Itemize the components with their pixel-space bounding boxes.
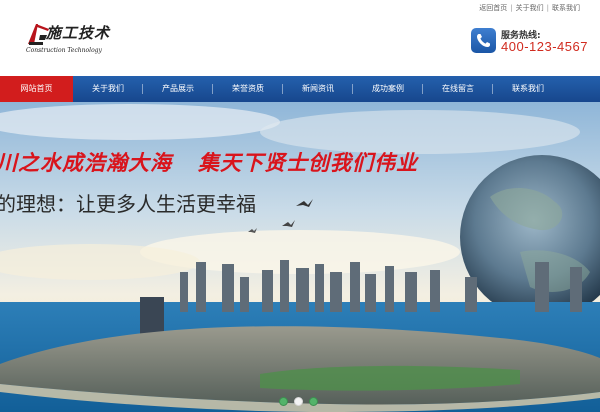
nav-item-label: 产品展示 [162,84,194,93]
main-nav: 网站首页 关于我们 产品展示 荣誉资质 新闻资讯 成功案例 在线留言 联系我们 [0,76,600,102]
toplink-home[interactable]: 返回首页 [479,4,507,12]
nav-item-label: 网站首页 [20,84,53,93]
logo-subtitle: Construction Technology [26,47,102,54]
nav-item-honors[interactable]: 荣誉资质 [213,76,283,102]
hero-banner[interactable]: 川之水成浩瀚大海 集天下贤士创我们伟业 的理想：让更多人生活更幸福 [0,102,600,412]
header: 返回首页 | 关于我们 | 联系我们 施工技术 Construction Technol… [0,0,600,75]
phone-icon [471,28,496,53]
slide-indicators [279,397,318,406]
logo[interactable]: 施工技术 Construction Technology [26,20,126,60]
hotline-number: 400-123-4567 [501,39,588,54]
banner-slogan-subline: 的理想：让更多人生活更幸福 [0,192,256,216]
toplink-contact[interactable]: 联系我们 [552,4,580,12]
slide-dot-2[interactable] [294,397,303,406]
toplink-about[interactable]: 关于我们 [516,4,544,12]
toplink-separator: | [546,4,549,12]
nav-item-label: 成功案例 [372,84,404,93]
nav-item-news[interactable]: 新闻资讯 [283,76,353,102]
nav-item-label: 新闻资讯 [302,84,334,93]
slogan-part1: 川之水成浩瀚大海 [0,150,172,175]
banner-slogan-headline: 川之水成浩瀚大海 集天下贤士创我们伟业 [0,147,418,177]
nav-item-message[interactable]: 在线留言 [423,76,493,102]
toplink-separator: | [510,4,513,12]
nav-item-contact[interactable]: 联系我们 [493,76,563,102]
nav-item-label: 在线留言 [442,84,474,93]
nav-item-label: 荣誉资质 [232,84,264,93]
logo-title: 施工技术 [46,24,111,42]
slogan-part2: 集天下贤士创我们伟业 [198,150,418,175]
top-links: 返回首页 | 关于我们 | 联系我们 [479,3,580,13]
nav-item-label: 关于我们 [92,84,124,93]
nav-item-about[interactable]: 关于我们 [73,76,143,102]
nav-item-label: 联系我们 [512,84,544,93]
page: 返回首页 | 关于我们 | 联系我们 施工技术 Construction Technol… [0,0,600,412]
nav-item-cases[interactable]: 成功案例 [353,76,423,102]
hotline: 服务热线: 400-123-4567 [471,28,591,58]
nav-item-home[interactable]: 网站首页 [0,76,73,102]
nav-item-products[interactable]: 产品展示 [143,76,213,102]
slide-dot-1[interactable] [279,397,288,406]
slide-dot-3[interactable] [309,397,318,406]
